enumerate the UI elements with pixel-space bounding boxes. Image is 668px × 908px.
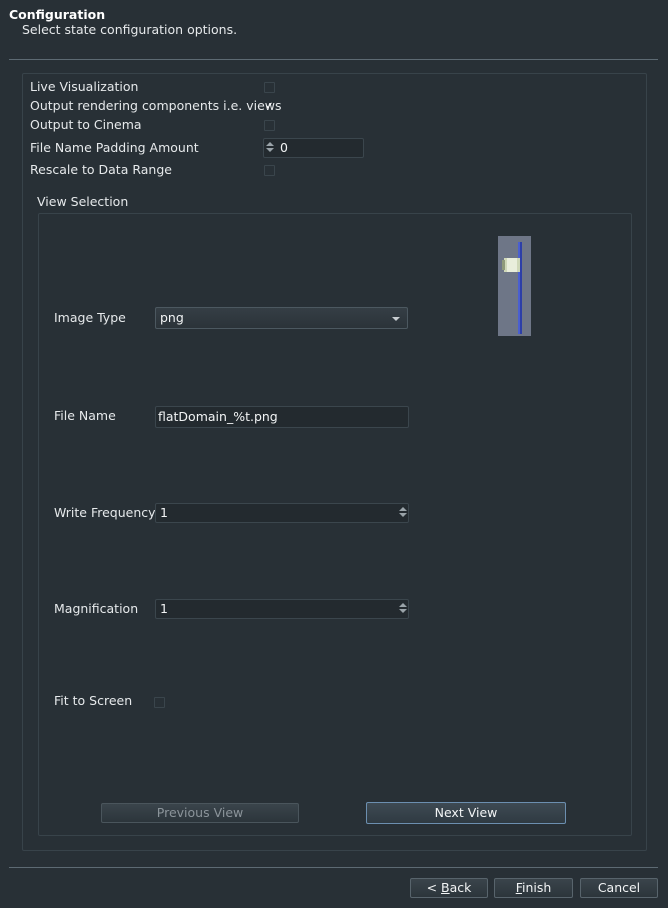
view-preview-icon (502, 242, 522, 334)
live-visualization-label: Live Visualization (30, 79, 139, 94)
magnification-label: Magnification (54, 601, 139, 616)
live-visualization-checkbox[interactable] (264, 82, 275, 93)
chevron-down-icon (392, 317, 400, 321)
magnification-spin-arrows-icon[interactable] (399, 603, 407, 613)
magnification-spinbox[interactable]: 1 (155, 599, 409, 619)
output-rendering-checkbox[interactable]: ✓ (264, 101, 275, 112)
write-frequency-spinbox[interactable]: 1 (155, 503, 409, 523)
fit-to-screen-checkbox[interactable] (154, 697, 165, 708)
image-type-value: png (160, 310, 184, 325)
fit-to-screen-label: Fit to Screen (54, 693, 133, 708)
magnification-value: 1 (160, 601, 168, 616)
padding-spin-arrows-icon[interactable] (266, 142, 274, 152)
rescale-checkbox[interactable] (264, 165, 275, 176)
back-button[interactable]: < Back (410, 878, 488, 898)
file-name-input[interactable]: flatDomain_%t.png (155, 406, 409, 428)
padding-value: 0 (280, 140, 288, 155)
next-view-button[interactable]: Next View (366, 802, 566, 824)
footer-divider (9, 867, 658, 868)
image-type-label: Image Type (54, 310, 126, 325)
page-subtitle: Select state configuration options. (22, 22, 238, 37)
page-title: Configuration (9, 7, 106, 22)
file-name-value: flatDomain_%t.png (158, 409, 278, 424)
header-divider (9, 59, 658, 60)
padding-label: File Name Padding Amount (30, 140, 199, 155)
padding-spinbox[interactable]: 0 (263, 138, 364, 158)
view-preview-thumbnail (498, 236, 531, 336)
cancel-button[interactable]: Cancel (580, 878, 658, 898)
write-frequency-value: 1 (160, 505, 168, 520)
write-frequency-spin-arrows-icon[interactable] (399, 507, 407, 517)
output-cinema-checkbox[interactable] (264, 120, 275, 131)
rescale-label: Rescale to Data Range (30, 162, 172, 177)
output-rendering-label: Output rendering components i.e. views (30, 98, 282, 113)
view-selection-title: View Selection (37, 194, 129, 209)
output-cinema-label: Output to Cinema (30, 117, 142, 132)
write-frequency-label: Write Frequency (54, 505, 156, 520)
finish-button[interactable]: Finish (494, 878, 573, 898)
image-type-dropdown[interactable]: png (155, 307, 408, 329)
file-name-label: File Name (54, 408, 116, 423)
previous-view-button[interactable]: Previous View (101, 803, 299, 823)
